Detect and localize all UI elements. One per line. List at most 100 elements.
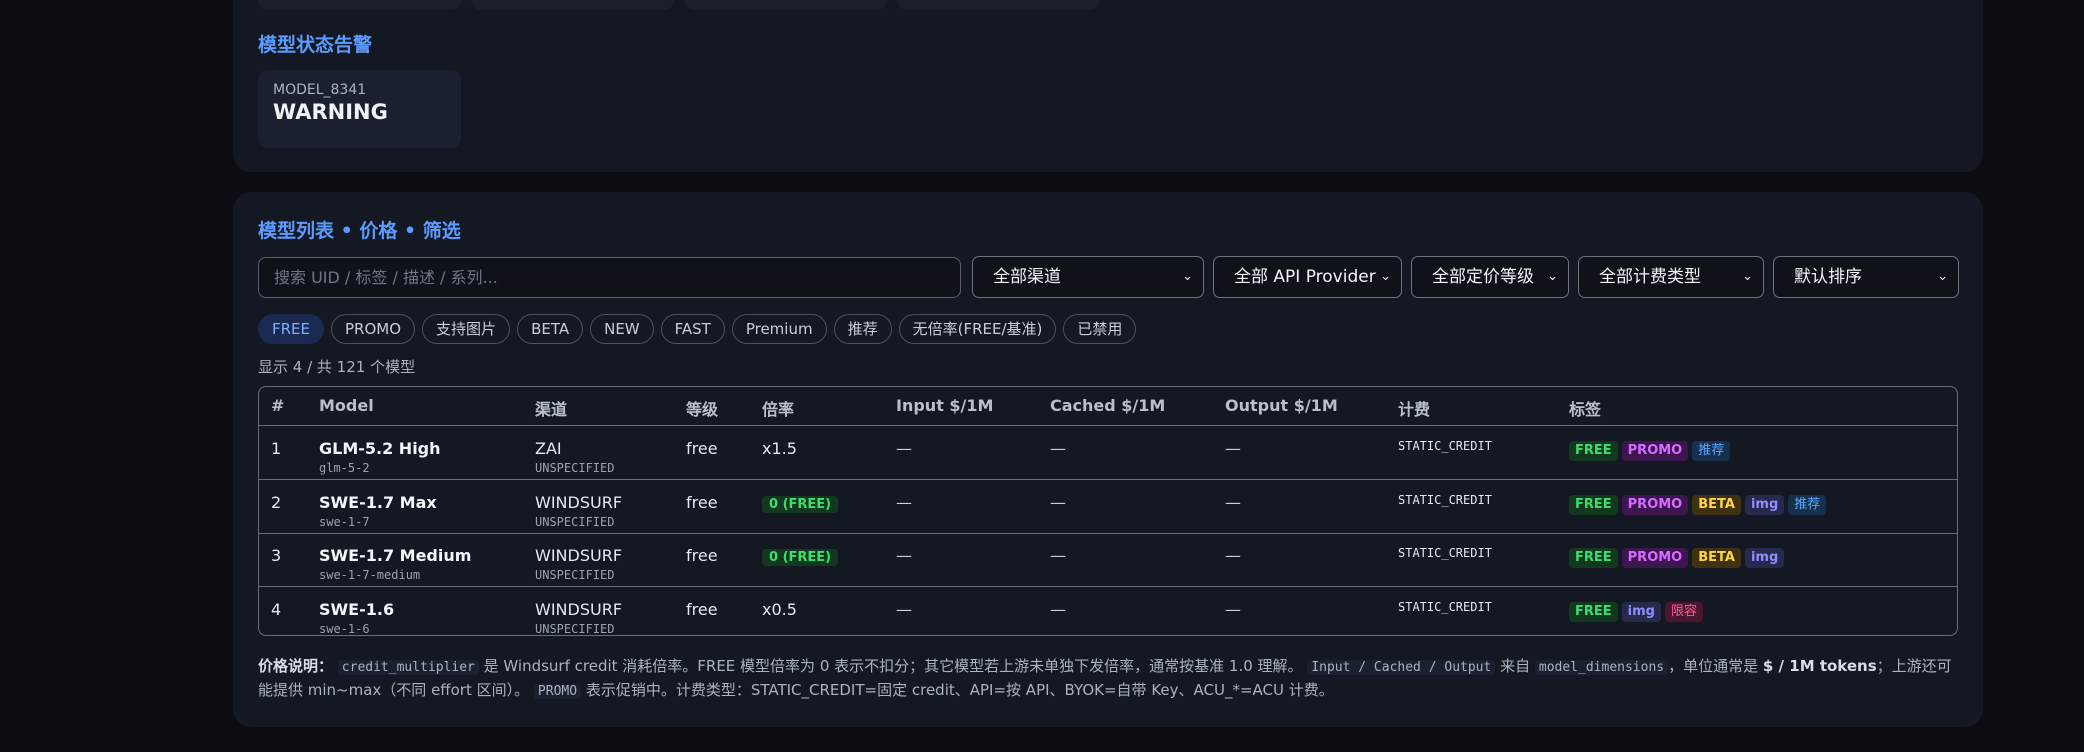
table-row[interactable]: 2 SWE-1.7 Max swe-1-7 WINDSURF UNSPECIFI… (259, 481, 1957, 534)
tag-free-badge: FREE (1569, 441, 1618, 461)
sort-select[interactable]: 默认排序 ⌄ (1773, 256, 1959, 298)
chip-free[interactable]: FREE (258, 314, 325, 344)
tag-filter-chips: FREE PROMO 支持图片 BETA NEW FAST Premium 推荐… (258, 314, 1137, 344)
pricing-note-unit: $ / 1M tokens (1762, 657, 1877, 675)
chip-new[interactable]: NEW (590, 314, 654, 344)
tier-value: free (686, 439, 718, 458)
pricing-note-code: model_dimensions (1534, 660, 1669, 675)
price-tier-filter-select[interactable]: 全部定价等级 ⌄ (1411, 256, 1569, 298)
chip-premium[interactable]: Premium (731, 314, 827, 344)
input-price: — (896, 439, 912, 458)
tags-cell: FREE img 限容 (1569, 600, 1707, 622)
summary-card (258, 0, 461, 10)
model-uid: swe-1-7 (319, 514, 370, 529)
tag-img-badge: img (1621, 601, 1661, 622)
col-tags[interactable]: 标签 (1569, 396, 1601, 420)
channel-cell: WINDSURF UNSPECIFIED (535, 493, 622, 529)
model-cell: SWE-1.7 Max swe-1-7 (319, 493, 437, 529)
tag-free-badge: FREE (1569, 601, 1618, 622)
chevron-down-icon: ⌄ (1937, 269, 1948, 284)
chevron-down-icon: ⌄ (1547, 269, 1558, 284)
col-index[interactable]: # (271, 396, 284, 415)
col-billing[interactable]: 计费 (1398, 396, 1430, 420)
chevron-down-icon: ⌄ (1742, 269, 1753, 284)
multiplier-cell: x0.5 (762, 600, 797, 619)
col-model[interactable]: Model (319, 396, 374, 415)
tag-img-badge: img (1744, 548, 1785, 568)
tag-promo-badge: PROMO (1621, 441, 1689, 461)
input-price: — (896, 546, 912, 565)
pricing-note-text: 来自 (1495, 657, 1535, 675)
tag-limited-badge: 限容 (1664, 601, 1703, 622)
channel-filter-value: 全部渠道 (993, 267, 1061, 287)
model-name[interactable]: SWE-1.6 (319, 600, 394, 619)
chip-promo[interactable]: PROMO (331, 314, 416, 344)
model-table: # Model 渠道 等级 倍率 Input $/1M Cached $/1M … (258, 386, 1958, 636)
channel-cell: WINDSURF UNSPECIFIED (535, 546, 622, 582)
col-tier[interactable]: 等级 (686, 396, 718, 420)
search-input[interactable] (258, 257, 961, 298)
api-provider-filter-select[interactable]: 全部 API Provider ⌄ (1213, 256, 1402, 298)
chip-no-multiplier[interactable]: 无倍率(FREE/基准) (898, 314, 1057, 344)
summary-card (897, 0, 1100, 10)
tag-img-badge: img (1744, 494, 1785, 515)
col-cached-price[interactable]: Cached $/1M (1050, 396, 1165, 415)
channel-name: WINDSURF (535, 546, 623, 565)
channel-name: WINDSURF (535, 599, 623, 619)
chip-image-support[interactable]: 支持图片 (422, 314, 511, 344)
alerts-title: 模型状态告警 (258, 34, 373, 56)
row-index: 4 (271, 599, 282, 619)
col-multiplier[interactable]: 倍率 (762, 396, 794, 420)
table-row[interactable]: 3 SWE-1.7 Medium swe-1-7-medium WINDSURF… (259, 534, 1957, 587)
row-index: 2 (271, 492, 282, 512)
channel-provider: UNSPECIFIED (535, 514, 615, 529)
tier-value: free (686, 492, 718, 512)
sort-value: 默认排序 (1794, 267, 1862, 287)
model-uid: swe-1-6 (319, 621, 370, 636)
tag-beta-badge: BETA (1692, 548, 1741, 568)
tag-recommended-badge: 推荐 (1788, 494, 1827, 515)
chip-beta[interactable]: BETA (517, 314, 584, 344)
model-name[interactable]: GLM-5.2 High (319, 439, 441, 458)
tag-beta-badge: BETA (1692, 494, 1741, 515)
table-header: # Model 渠道 等级 倍率 Input $/1M Cached $/1M … (259, 387, 1957, 426)
alerts-panel: 模型状态告警 MODEL_8341 WARNING (233, 0, 1983, 172)
billing-type: STATIC_CREDIT (1398, 439, 1492, 453)
pricing-note-text: 是 Windsurf credit 消耗倍率。FREE 模型倍率为 0 表示不扣… (478, 657, 1303, 675)
chip-disabled[interactable]: 已禁用 (1063, 314, 1137, 344)
channel-name: ZAI (535, 439, 562, 458)
pricing-note-code: PROMO (533, 684, 582, 699)
output-price: — (1225, 599, 1241, 619)
channel-cell: ZAI UNSPECIFIED (535, 439, 614, 475)
channel-filter-select[interactable]: 全部渠道 ⌄ (972, 256, 1204, 298)
tag-promo-badge: PROMO (1621, 548, 1689, 568)
input-price: — (896, 492, 912, 512)
model-name[interactable]: SWE-1.7 Max (319, 493, 437, 512)
output-price: — (1225, 492, 1241, 512)
col-input-price[interactable]: Input $/1M (896, 396, 993, 415)
channel-provider: UNSPECIFIED (535, 568, 615, 582)
chip-fast[interactable]: FAST (660, 314, 725, 344)
pricing-note-text: 表示促销中。计费类型：STATIC_CREDIT=固定 credit、API=按… (581, 681, 1334, 699)
table-row[interactable]: 1 GLM-5.2 High glm-5-2 ZAI UNSPECIFIED f… (259, 427, 1957, 480)
cached-price: — (1050, 546, 1066, 565)
billing-type: STATIC_CREDIT (1398, 492, 1492, 507)
billing-type-filter-value: 全部计费类型 (1599, 267, 1701, 287)
model-status-card: MODEL_8341 WARNING (258, 70, 461, 148)
billing-type-filter-select[interactable]: 全部计费类型 ⌄ (1578, 256, 1764, 298)
row-index: 1 (271, 439, 282, 458)
pricing-note: 价格说明： credit_multiplier 是 Windsurf credi… (258, 655, 1958, 703)
billing-type: STATIC_CREDIT (1398, 599, 1492, 614)
model-cell: GLM-5.2 High glm-5-2 (319, 439, 441, 475)
channel-cell: WINDSURF UNSPECIFIED (535, 600, 622, 636)
tags-cell: FREE PROMO BETA img 推荐 (1569, 493, 1830, 515)
tags-cell: FREE PROMO BETA img (1569, 546, 1788, 568)
col-output-price[interactable]: Output $/1M (1225, 396, 1338, 415)
model-name[interactable]: SWE-1.7 Medium (319, 546, 471, 565)
chip-recommended[interactable]: 推荐 (833, 314, 892, 344)
tag-recommended-badge: 推荐 (1692, 441, 1731, 461)
col-channel[interactable]: 渠道 (535, 396, 567, 420)
tier-value: free (686, 599, 718, 619)
cached-price: — (1050, 492, 1066, 512)
table-row[interactable]: 4 SWE-1.6 swe-1-6 WINDSURF UNSPECIFIED f… (259, 588, 1957, 636)
